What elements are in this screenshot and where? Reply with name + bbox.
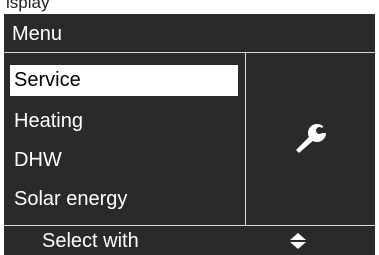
category-icon-panel <box>246 53 375 225</box>
menu-list: Service Heating DHW Solar energy <box>4 53 246 225</box>
title-bar: Menu <box>4 14 375 53</box>
page-title: Menu <box>12 23 63 45</box>
menu-item-solar-energy[interactable]: Solar energy <box>10 184 238 215</box>
caption-fragment: isplay <box>6 0 50 12</box>
wrench-icon <box>296 121 329 153</box>
menu-item-service[interactable]: Service <box>10 65 238 96</box>
menu-item-heating[interactable]: Heating <box>10 106 238 137</box>
menu-item-dhw[interactable]: DHW <box>10 145 238 176</box>
footer-hint: Select with <box>42 230 139 252</box>
up-down-arrows-icon <box>290 233 306 249</box>
display-screen: Menu Service Heating DHW Solar energy Se… <box>4 14 375 255</box>
footer-bar: Select with <box>4 225 375 255</box>
